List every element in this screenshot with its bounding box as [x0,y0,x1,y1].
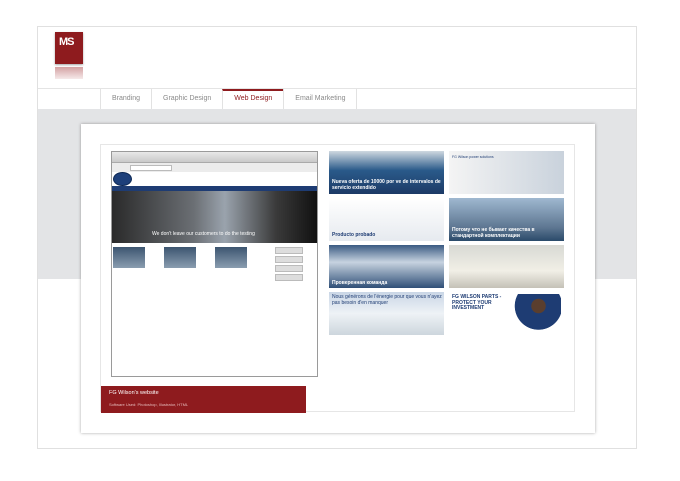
project-caption: FG Wilson's website Software Used: Photo… [101,386,306,413]
site-thumbnails [113,247,273,272]
thumbnail-image [215,247,247,268]
tab-branding[interactable]: Branding [100,89,151,109]
thumbnail-image [113,247,145,268]
website-screenshot[interactable]: We don't leave our customers to do the t… [111,151,318,377]
page-frame: MS Branding Graphic Design Web Design Em… [37,26,637,449]
project-title: FG Wilson's website [109,390,159,396]
logo-text: MS [59,36,74,48]
banner-tile[interactable] [449,245,564,288]
tab-graphic-design[interactable]: Graphic Design [151,89,222,109]
site-logo[interactable]: MS [55,32,83,79]
banner-tile[interactable]: FG WILSON PARTS - PROTECT YOUR INVESTMEN… [449,292,564,335]
browser-titlebar [112,152,317,163]
banner-tile[interactable]: Nueva oferta de 10000 por ve de interval… [329,151,444,194]
project-card: We don't leave our customers to do the t… [81,124,595,433]
worker-photo [511,294,561,334]
banner-tile[interactable]: FG Wilson power solutions [449,151,564,194]
hero-caption: We don't leave our customers to do the t… [152,231,255,237]
thumbnail-image [164,247,196,268]
category-nav: Branding Graphic Design Web Design Email… [38,88,636,110]
project-software: Software Used: Photoshop, Illustrator, H… [109,402,189,407]
logo-mark: MS [55,32,83,64]
site-header [112,172,317,186]
site-hero-image: We don't leave our customers to do the t… [112,191,317,243]
banner-tile[interactable]: Producto probado [329,198,444,241]
banner-tile[interactable]: Nous générons de l'énergie pour que vous… [329,292,444,335]
banner-grid: Nueva oferta de 10000 por ve de interval… [329,151,564,335]
logo-reflection [55,67,83,79]
project-content: We don't leave our customers to do the t… [100,144,575,413]
fg-wilson-logo-icon [113,172,132,186]
tab-web-design[interactable]: Web Design [222,89,284,109]
tab-email-marketing[interactable]: Email Marketing [283,89,358,109]
banner-tile[interactable]: Проверенная команда [329,245,444,288]
site-sidebar-buttons [275,247,303,283]
banner-tile[interactable]: Потому что не бывает качества в стандарт… [449,198,564,241]
